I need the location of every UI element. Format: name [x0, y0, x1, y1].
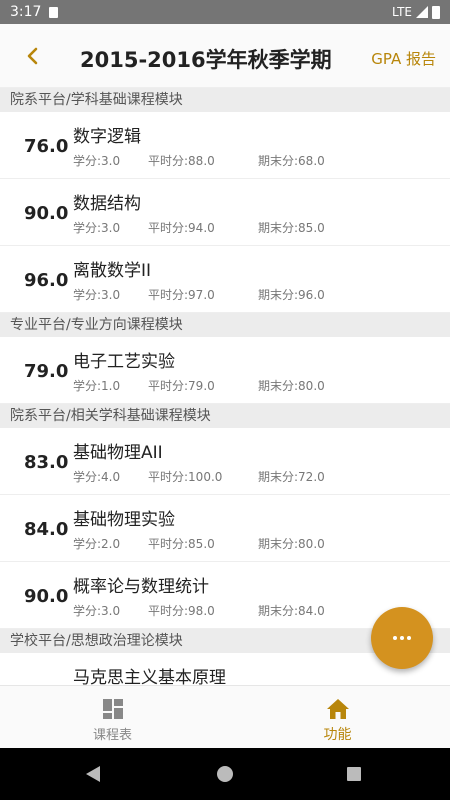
battery-icon [432, 5, 440, 19]
course-score: 84.0 [24, 519, 69, 540]
course-score: 90.0 [24, 586, 69, 607]
course-credit: 学分:3.0 [73, 288, 121, 302]
course-credit: 学分:2.0 [73, 537, 121, 551]
course-usual-score: 平时分:85.0 [148, 537, 215, 551]
course-usual-score: 平时分:79.0 [148, 379, 215, 393]
course-row[interactable]: 96.0 离散数学II 学分:3.0 平时分:97.0 期末分:96.0 [0, 246, 450, 313]
more-dot-icon [400, 636, 404, 640]
course-usual-score: 平时分:100.0 [148, 470, 223, 484]
course-name: 电子工艺实验 [73, 352, 175, 372]
page-title: 2015-2016学年秋季学期 [80, 48, 332, 72]
more-actions-button[interactable] [371, 607, 433, 669]
system-home-icon[interactable] [217, 766, 233, 782]
course-usual-score: 平时分:97.0 [148, 288, 215, 302]
signal-icon [416, 6, 428, 18]
course-name: 数据结构 [73, 194, 141, 214]
course-score: 79.0 [24, 361, 69, 382]
nav-schedule-label: 课程表 [92, 728, 132, 743]
course-final-score: 期末分:68.0 [258, 154, 325, 168]
course-credit: 学分:3.0 [73, 221, 121, 235]
course-row[interactable]: 76.0 数字逻辑学分:3.0 平时分:88.0 期末分:68.0 [0, 112, 450, 179]
course-row[interactable]: 90.0 数据结构学分:3.0 平时分:94.0 期末分:85.0 [0, 179, 450, 246]
nav-functions-label: 功能 [323, 727, 352, 743]
course-final-score: 期末分:84.0 [258, 604, 325, 618]
course-name: 马克思主义基本原理 [73, 668, 226, 685]
course-usual-score: 平时分:88.0 [148, 154, 215, 168]
status-time: 3:17 [10, 4, 42, 20]
course-row[interactable]: 84.0 基础物理实验学分:2.0 平时分:85.0 期末分:80.0 [0, 495, 450, 562]
course-row[interactable]: 79.0 电子工艺实验学分:1.0 平时分:79.0 期末分:80.0 [0, 337, 450, 404]
course-usual-score: 平时分:98.0 [148, 604, 215, 618]
home-icon [326, 699, 349, 719]
course-name: 数字逻辑 [73, 127, 141, 147]
course-usual-score: 平时分:94.0 [148, 221, 215, 235]
course-final-score: 期末分:96.0 [258, 288, 325, 302]
course-score: 96.0 [24, 270, 69, 291]
course-credit: 学分:3.0 [73, 154, 121, 168]
network-type: LTE [392, 5, 412, 19]
section-header: 院系平台/学科基础课程模块 [0, 88, 450, 112]
app-bar: 2015-2016学年秋季学期 GPA 报告 [0, 24, 450, 88]
system-back-icon[interactable] [86, 766, 100, 782]
course-final-score: 期末分:85.0 [258, 221, 325, 235]
course-final-score: 期末分:80.0 [258, 537, 325, 551]
course-name: 基础物理AII [73, 443, 163, 463]
course-name: 概率论与数理统计 [73, 577, 209, 597]
more-dot-icon [393, 636, 397, 640]
course-credit: 学分:1.0 [73, 379, 121, 393]
nav-functions[interactable]: 功能 [225, 686, 450, 748]
chevron-left-icon [27, 47, 38, 65]
course-credit: 学分:4.0 [73, 470, 121, 484]
section-header: 院系平台/相关学科基础课程模块 [0, 404, 450, 428]
course-score: 83.0 [24, 452, 69, 473]
course-final-score: 期末分:72.0 [258, 470, 325, 484]
section-header: 专业平台/专业方向课程模块 [0, 313, 450, 337]
course-credit: 学分:3.0 [73, 604, 121, 618]
status-bar: 3:17 LTE [0, 0, 450, 24]
nav-schedule[interactable]: 课程表 [0, 686, 225, 748]
course-name: 基础物理实验 [73, 510, 175, 530]
course-row[interactable]: 83.0 基础物理AII 学分:4.0 平时分:100.0 期末分:72.0 [0, 428, 450, 495]
course-name: 离散数学II [73, 261, 152, 281]
bottom-nav: 课程表 功能 [0, 685, 450, 748]
gpa-report-button[interactable]: GPA 报告 [371, 48, 436, 69]
course-list[interactable]: 院系平台/学科基础课程模块 76.0 数字逻辑学分:3.0 平时分:88.0 期末分:6… [0, 88, 450, 685]
system-recent-icon[interactable] [347, 767, 361, 781]
dashboard-icon [102, 699, 123, 719]
course-score: 90.0 [24, 203, 69, 224]
sd-card-icon [49, 6, 59, 18]
system-nav-bar [0, 748, 450, 800]
course-final-score: 期末分:80.0 [258, 379, 325, 393]
back-button[interactable] [20, 44, 44, 68]
more-dot-icon [407, 636, 411, 640]
course-score: 76.0 [24, 136, 69, 157]
